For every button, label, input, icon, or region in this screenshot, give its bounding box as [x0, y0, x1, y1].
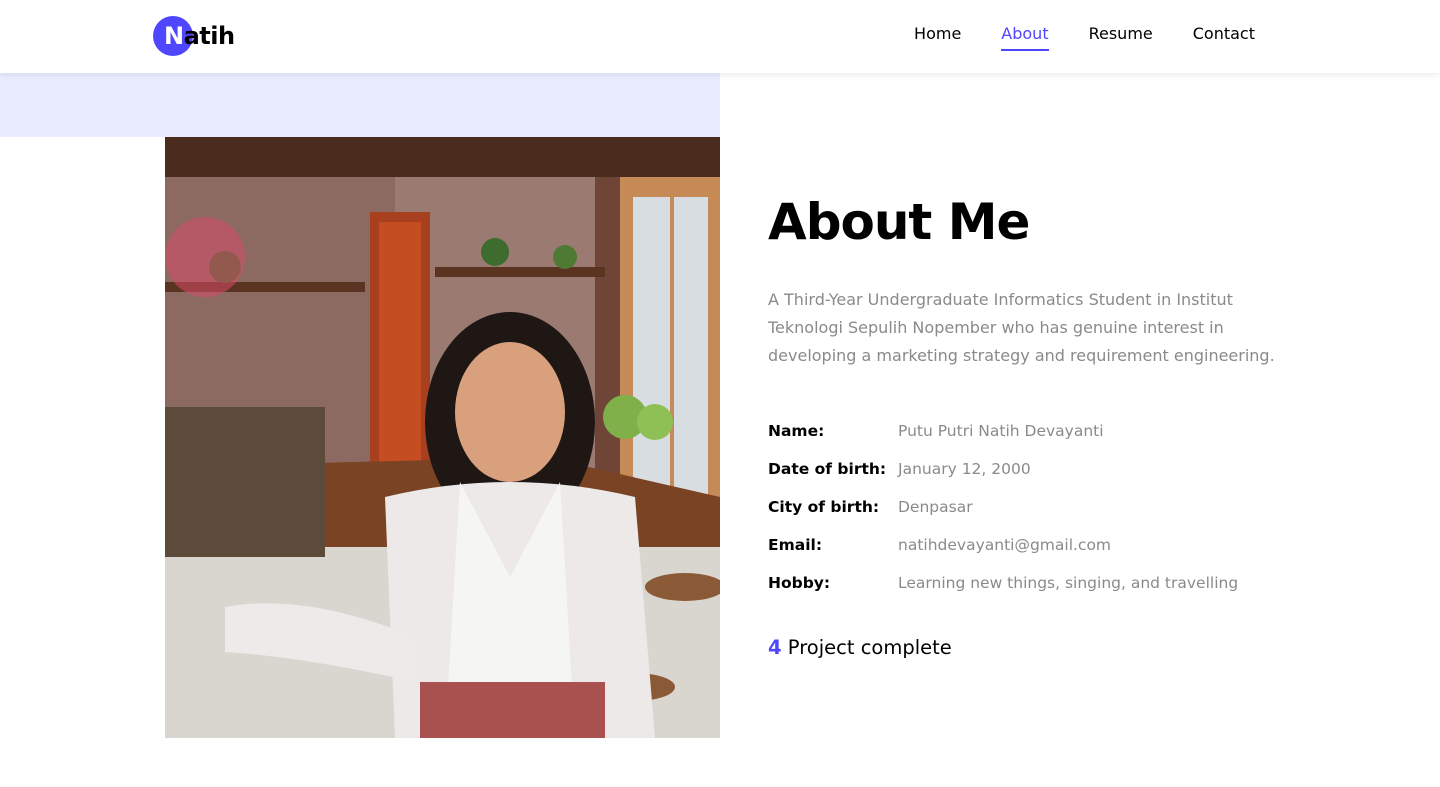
info-label: Hobby: — [768, 574, 831, 592]
about-section: About Me A Third-Year Undergraduate Info… — [768, 190, 1308, 659]
info-row-name: Name: Putu Putri Natih Devayanti — [768, 412, 1308, 450]
nav-contact-link[interactable]: Contact — [1193, 23, 1255, 49]
profile-photo — [165, 137, 720, 738]
info-value: natihdevayanti@gmail.com — [898, 536, 1112, 554]
page-title: About Me — [768, 193, 1030, 251]
navbar: Natih Home About Resume Contact — [0, 0, 1440, 73]
decorative-tint-block — [0, 73, 720, 137]
projects-complete: 4 Project complete — [768, 636, 1308, 659]
info-label: Name: — [768, 422, 825, 440]
info-value: Denpasar — [898, 498, 973, 516]
info-row-hobby: Hobby: Learning new things, singing, and… — [768, 564, 1308, 602]
nav-home-link[interactable]: Home — [914, 23, 961, 49]
profile-photo-illustration — [165, 137, 720, 738]
project-label: Project complete — [787, 636, 952, 659]
info-value: January 12, 2000 — [898, 460, 1031, 478]
personal-info-list: Name: Putu Putri Natih Devayanti Date of… — [768, 412, 1308, 602]
nav-about-link[interactable]: About — [1001, 23, 1049, 51]
info-label: City of birth: — [768, 498, 880, 516]
project-count: 4 — [768, 636, 782, 659]
info-row-email: Email: natihdevayanti@gmail.com — [768, 526, 1308, 564]
nav-menu: Home About Resume Contact — [914, 23, 1255, 51]
logo[interactable]: Natih — [153, 16, 253, 56]
about-intro: A Third-Year Undergraduate Informatics S… — [768, 290, 1275, 365]
info-label: Date of birth: — [768, 460, 887, 478]
info-row-dob: Date of birth: January 12, 2000 — [768, 450, 1308, 488]
info-row-city: City of birth: Denpasar — [768, 488, 1308, 526]
info-value: Putu Putri Natih Devayanti — [898, 422, 1104, 440]
logo-text: Natih — [164, 22, 235, 50]
info-value: Learning new things, singing, and travel… — [898, 574, 1239, 592]
nav-resume-link[interactable]: Resume — [1089, 23, 1153, 49]
info-label: Email: — [768, 536, 823, 554]
